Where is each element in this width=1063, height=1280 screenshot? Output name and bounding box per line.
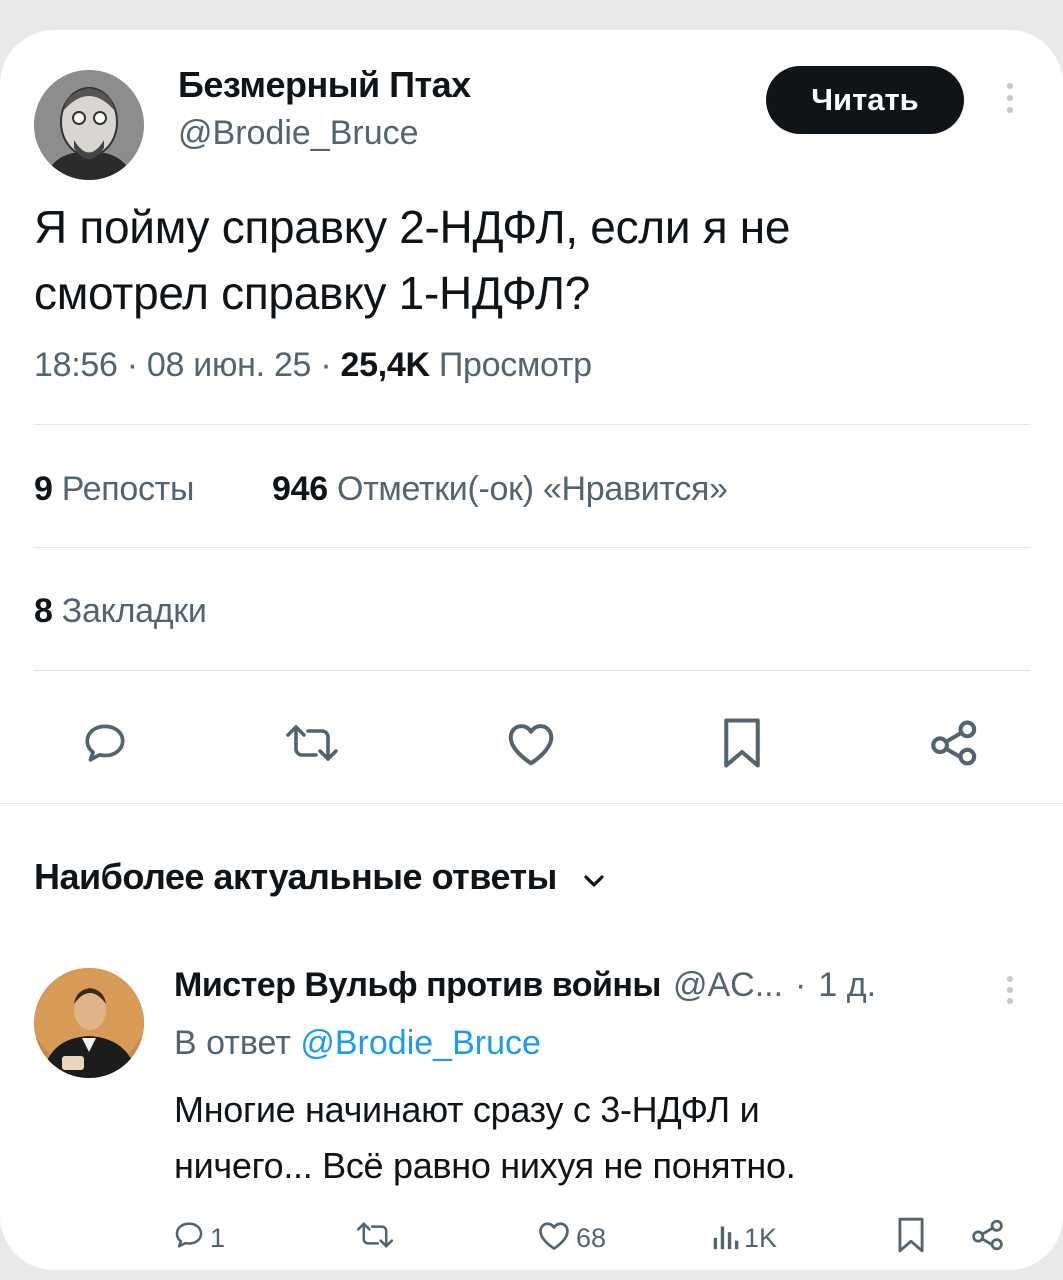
author-name[interactable]: Безмерный Птах <box>178 64 471 106</box>
reposts-count: 9 <box>34 470 53 508</box>
views-icon <box>710 1218 740 1259</box>
follow-button[interactable]: Читать <box>766 66 964 134</box>
bookmarks-stat[interactable]: 8 Закладки <box>34 592 207 631</box>
tweet-meta: 18:56 · 08 июн. 25 · 25,4K Просмотр <box>34 346 592 385</box>
reply-author-avatar[interactable] <box>34 968 144 1078</box>
like-icon <box>536 1218 572 1259</box>
reposts-stat[interactable]: 9 Репосты <box>34 470 194 509</box>
divider <box>34 424 1030 425</box>
tweet-text-line: Я пойму справку 2-НДФЛ, если я не <box>34 201 791 253</box>
share-icon[interactable] <box>928 718 984 768</box>
repost-icon[interactable] <box>282 718 342 768</box>
divider <box>34 670 1030 671</box>
meta-separator: · <box>126 346 147 384</box>
likes-label: Отметки(-ок) «Нравится» <box>336 470 728 508</box>
author-handle[interactable]: @Brodie_Bruce <box>178 114 419 153</box>
replies-section-title: Наиболее актуальные ответы <box>34 856 557 897</box>
divider <box>0 803 1063 804</box>
divider <box>34 547 1030 548</box>
bookmarks-count: 8 <box>34 592 53 630</box>
views-label: Просмотр <box>438 346 592 384</box>
meta-separator: · <box>320 346 341 384</box>
repost-icon <box>354 1218 396 1259</box>
share-icon[interactable] <box>970 1218 1008 1252</box>
more-icon[interactable] <box>1000 972 1020 1017</box>
like-icon[interactable] <box>504 718 558 768</box>
reply-text: Многие начинают сразу с 3-НДФЛ и ничего.… <box>174 1082 796 1194</box>
author-avatar[interactable] <box>34 70 144 180</box>
reply-icon[interactable] <box>80 718 130 768</box>
likes-count: 946 <box>272 470 328 508</box>
bookmarks-label: Закладки <box>61 592 207 630</box>
reply-like-action[interactable]: 68 <box>536 1218 606 1259</box>
reply-author-name[interactable]: Мистер Вульф против войны <box>174 966 661 1005</box>
reply-text-line: ничего... Всё равно нихуя не понятно. <box>174 1145 796 1186</box>
like-count: 68 <box>576 1223 607 1253</box>
in-reply-handle-link[interactable]: @Brodie_Bruce <box>300 1024 541 1062</box>
tweet-time[interactable]: 18:56 <box>34 346 118 384</box>
views-count: 25,4K <box>340 346 431 384</box>
reposts-label: Репосты <box>61 470 195 508</box>
reply-age[interactable]: 1 д. <box>818 966 876 1005</box>
in-reply-to: В ответ @Brodie_Bruce <box>174 1024 541 1063</box>
reply-repost-action[interactable] <box>354 1218 396 1259</box>
tweet-date[interactable]: 08 июн. 25 <box>147 346 312 384</box>
tweet-text-line: смотрел справку 1-НДФЛ? <box>34 267 591 319</box>
more-icon[interactable] <box>1000 78 1020 128</box>
likes-stat[interactable]: 946 Отметки(-ок) «Нравится» <box>272 470 728 509</box>
reply-reply-action[interactable]: 1 <box>172 1218 225 1259</box>
bookmark-icon[interactable] <box>896 1216 926 1254</box>
replies-sort[interactable]: Наиболее актуальные ответы <box>34 856 605 898</box>
tweet-text: Я пойму справку 2-НДФЛ, если я не смотре… <box>34 194 790 326</box>
reply-views-action[interactable]: 1K <box>710 1218 777 1259</box>
reply-author-handle[interactable]: @AC... <box>673 966 783 1005</box>
meta-separator: · <box>795 966 807 1004</box>
tweet-card: Безмерный Птах @Brodie_Bruce Читать Я по… <box>0 30 1063 1270</box>
reply-count: 1 <box>210 1223 226 1253</box>
chevron-down-icon <box>583 856 605 898</box>
reply-header: Мистер Вульф против войны @AC... · 1 д. <box>174 966 876 1005</box>
reply-icon <box>172 1218 206 1259</box>
reply-text-line: Многие начинают сразу с 3-НДФЛ и <box>174 1089 760 1130</box>
in-reply-prefix: В ответ <box>174 1024 291 1062</box>
view-count: 1K <box>744 1223 778 1253</box>
bookmark-icon[interactable] <box>720 716 764 770</box>
